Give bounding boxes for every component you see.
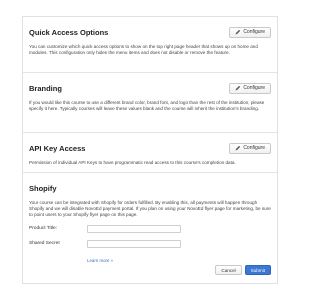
form-actions: Cancel Submit bbox=[215, 265, 271, 275]
api-key-section: API Key Access Configure Permission of i… bbox=[23, 133, 277, 173]
product-title-label: Product Title: bbox=[29, 226, 57, 232]
configure-label: Configure bbox=[243, 85, 265, 91]
configure-api-key-button[interactable]: Configure bbox=[229, 142, 271, 154]
section-title: Branding bbox=[29, 83, 62, 93]
pencil-icon bbox=[235, 85, 241, 91]
configure-label: Configure bbox=[243, 29, 265, 35]
section-title: Quick Access Options bbox=[29, 27, 109, 37]
section-description: Your course can be integrated with Shopi… bbox=[29, 200, 271, 218]
shared-secret-label: Shared Secret bbox=[29, 241, 60, 247]
configure-branding-button[interactable]: Configure bbox=[229, 82, 271, 94]
course-settings-panel: Quick Access Options Configure You can c… bbox=[22, 16, 278, 284]
section-title: API Key Access bbox=[29, 143, 86, 153]
shopify-section: Shopify Your course can be integrated wi… bbox=[23, 173, 277, 283]
shared-secret-input[interactable] bbox=[87, 239, 181, 248]
section-description: If you would like this course to use a d… bbox=[29, 100, 265, 112]
product-title-input[interactable] bbox=[87, 224, 181, 233]
configure-quick-access-button[interactable]: Configure bbox=[229, 26, 271, 38]
learn-more-link[interactable]: Learn more » bbox=[87, 258, 113, 263]
configure-label: Configure bbox=[243, 145, 265, 151]
quick-access-section: Quick Access Options Configure You can c… bbox=[23, 17, 277, 73]
shared-secret-row: Shared Secret bbox=[29, 239, 271, 249]
pencil-icon bbox=[235, 145, 241, 151]
pencil-icon bbox=[235, 29, 241, 35]
branding-section: Branding Configure If you would like thi… bbox=[23, 73, 277, 133]
product-title-row: Product Title: bbox=[29, 224, 271, 234]
section-description: Permission of individual API Keys to hav… bbox=[29, 160, 236, 165]
section-description: You can customize which quick access opt… bbox=[29, 44, 258, 56]
section-title: Shopify bbox=[29, 183, 57, 193]
submit-button[interactable]: Submit bbox=[244, 265, 271, 275]
cancel-button[interactable]: Cancel bbox=[215, 265, 242, 275]
